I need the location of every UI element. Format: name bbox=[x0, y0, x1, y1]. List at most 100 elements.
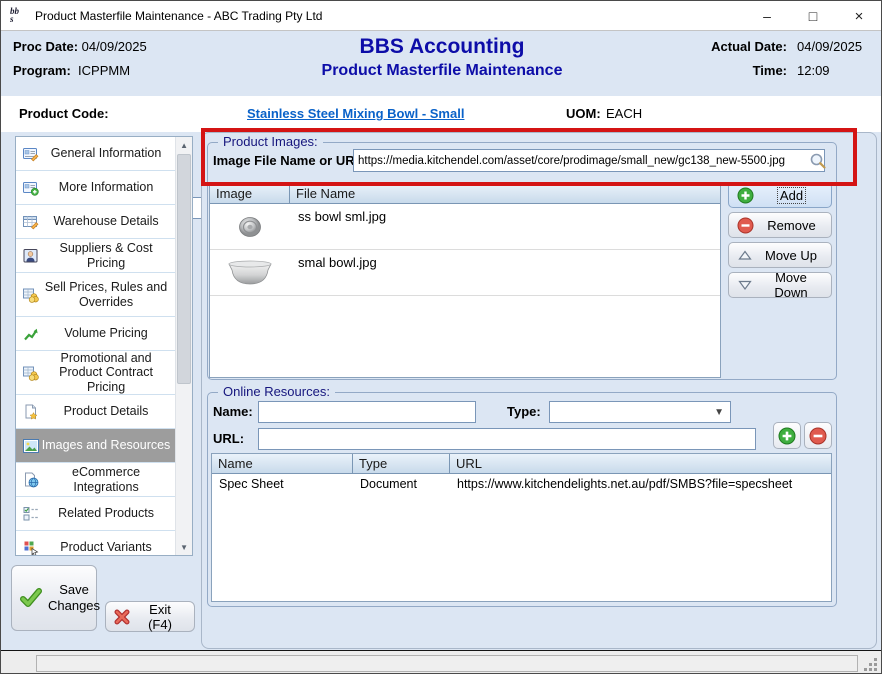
move-down-button[interactable]: Move Down bbox=[728, 272, 832, 298]
minus-circle-icon bbox=[809, 427, 827, 445]
save-changes-button[interactable]: Save Changes bbox=[11, 565, 97, 631]
add-image-button[interactable]: Add bbox=[728, 182, 832, 208]
add-resource-button[interactable] bbox=[773, 422, 801, 449]
product-images-table: Image File Name ss bowl sml.jpg bbox=[209, 183, 721, 378]
online-resources-table-header: Name Type URL bbox=[212, 454, 831, 474]
resource-url-label: URL: bbox=[213, 431, 244, 446]
time-value: 12:09 bbox=[797, 63, 869, 78]
product-images-title: Product Images: bbox=[218, 134, 323, 149]
app-heading: BBS Accounting Product Masterfile Mainte… bbox=[261, 34, 623, 82]
time: Time: 12:09 bbox=[649, 63, 869, 78]
maximize-button[interactable]: □ bbox=[795, 1, 831, 31]
column-header-file-name: File Name bbox=[290, 184, 720, 203]
related-products-icon bbox=[23, 506, 39, 522]
table-row[interactable]: smal bowl.jpg bbox=[210, 250, 720, 296]
resize-grip[interactable] bbox=[863, 657, 877, 671]
image-file-name: ss bowl sml.jpg bbox=[290, 204, 720, 249]
chevron-down-icon: ▼ bbox=[714, 407, 724, 418]
sell-prices-icon bbox=[23, 287, 39, 303]
column-header-image: Image bbox=[210, 184, 290, 203]
resource-name-input[interactable] bbox=[258, 401, 476, 423]
program: Program: ICPPMM bbox=[13, 63, 130, 78]
screen-title: Product Masterfile Maintenance bbox=[261, 60, 623, 82]
proc-date-label: Proc Date: bbox=[13, 39, 78, 54]
document-star-icon bbox=[23, 404, 39, 420]
title-bar: bb s Product Masterfile Maintenance - AB… bbox=[1, 1, 881, 31]
green-check-icon bbox=[20, 587, 42, 609]
sidebar-item-more-information[interactable]: More Information bbox=[16, 171, 175, 205]
resource-url: https://www.kitchendelights.net.au/pdf/S… bbox=[450, 474, 831, 494]
sidebar-item-promotional-contract-pricing[interactable]: Promotional and Product Contract Pricing bbox=[16, 351, 175, 395]
image-url-input[interactable] bbox=[353, 149, 825, 172]
triangle-down-icon bbox=[737, 278, 753, 292]
scrollbar-thumb[interactable] bbox=[177, 154, 191, 384]
sidebar-item-suppliers-cost-pricing[interactable]: Suppliers & Cost Pricing bbox=[16, 239, 175, 273]
resource-type-select[interactable]: ▼ bbox=[549, 401, 731, 423]
resource-type-label: Type: bbox=[507, 404, 541, 419]
sidebar-item-product-variants[interactable]: Product Variants bbox=[16, 531, 175, 555]
sidebar: General Information More Information War… bbox=[15, 136, 193, 556]
sidebar-item-ecommerce-integrations[interactable]: eCommerce Integrations bbox=[16, 463, 175, 497]
resource-url-input[interactable] bbox=[258, 428, 756, 450]
table-row[interactable]: Spec Sheet Document https://www.kitchend… bbox=[212, 474, 831, 494]
program-label: Program: bbox=[13, 63, 71, 78]
move-up-button[interactable]: Move Up bbox=[728, 242, 832, 268]
red-x-icon bbox=[114, 609, 130, 625]
close-button[interactable]: × bbox=[841, 1, 877, 31]
column-header-url: URL bbox=[450, 454, 831, 473]
product-name-link[interactable]: Stainless Steel Mixing Bowl - Small bbox=[247, 106, 464, 121]
actual-date: Actual Date: 04/09/2025 bbox=[649, 39, 869, 54]
variants-icon bbox=[23, 540, 39, 556]
status-bar bbox=[1, 650, 881, 674]
sidebar-item-product-details[interactable]: Product Details bbox=[16, 395, 175, 429]
scroll-up-icon[interactable]: ▲ bbox=[176, 137, 192, 153]
column-header-name: Name bbox=[212, 454, 353, 473]
sidebar-item-volume-pricing[interactable]: Volume Pricing bbox=[16, 317, 175, 351]
card-add-icon bbox=[23, 180, 39, 196]
globe-doc-icon bbox=[23, 472, 39, 488]
online-resources-title: Online Resources: bbox=[218, 384, 335, 399]
resource-type: Document bbox=[353, 474, 450, 494]
sidebar-item-sell-prices[interactable]: Sell Prices, Rules and Overrides bbox=[16, 273, 175, 317]
window-title: Product Masterfile Maintenance - ABC Tra… bbox=[35, 9, 322, 23]
remove-resource-button[interactable] bbox=[804, 422, 832, 449]
proc-date-value: 04/09/2025 bbox=[82, 39, 147, 54]
actual-date-label: Actual Date: bbox=[711, 39, 787, 54]
column-header-type: Type bbox=[353, 454, 450, 473]
plus-circle-icon bbox=[737, 187, 754, 204]
image-url-label: Image File Name or URL: bbox=[213, 153, 367, 168]
card-edit-icon bbox=[23, 146, 39, 162]
resource-name-label: Name: bbox=[213, 404, 253, 419]
remove-image-button[interactable]: Remove bbox=[728, 212, 832, 238]
table-edit-icon bbox=[23, 214, 39, 230]
image-icon bbox=[23, 438, 39, 454]
exit-button[interactable]: Exit (F4) bbox=[105, 601, 195, 632]
sidebar-item-general-information[interactable]: General Information bbox=[16, 137, 175, 171]
contract-pricing-icon bbox=[23, 365, 39, 381]
image-url-search-icon[interactable] bbox=[809, 152, 827, 170]
time-label: Time: bbox=[753, 63, 787, 78]
sidebar-item-warehouse-details[interactable]: Warehouse Details bbox=[16, 205, 175, 239]
image-file-name: smal bowl.jpg bbox=[290, 250, 720, 295]
minus-circle-icon bbox=[737, 217, 754, 234]
steel-bowl-side-view-thumbnail bbox=[210, 250, 290, 295]
app-title: BBS Accounting bbox=[261, 34, 623, 60]
uom-value: EACH bbox=[606, 106, 642, 121]
product-images-table-header: Image File Name bbox=[210, 184, 720, 204]
triangle-up-icon bbox=[737, 248, 753, 262]
app-window: bb s Product Masterfile Maintenance - AB… bbox=[0, 0, 882, 674]
status-message-field bbox=[36, 655, 858, 672]
product-bar: Product Code: Stainless Steel Mixing Bow… bbox=[1, 96, 881, 132]
resource-name: Spec Sheet bbox=[212, 474, 353, 494]
scroll-down-icon[interactable]: ▼ bbox=[176, 539, 192, 555]
steel-bowl-top-view-thumbnail bbox=[210, 204, 290, 249]
minimize-button[interactable]: – bbox=[749, 1, 785, 31]
proc-date: Proc Date: 04/09/2025 bbox=[13, 39, 147, 54]
sidebar-list: General Information More Information War… bbox=[16, 137, 175, 555]
uom-label: UOM: bbox=[566, 106, 601, 121]
sidebar-item-images-and-resources[interactable]: Images and Resources bbox=[16, 429, 175, 463]
sidebar-scrollbar[interactable]: ▲ ▼ bbox=[175, 137, 192, 555]
table-row[interactable]: ss bowl sml.jpg bbox=[210, 204, 720, 250]
sidebar-item-related-products[interactable]: Related Products bbox=[16, 497, 175, 531]
chart-up-icon bbox=[23, 326, 39, 342]
